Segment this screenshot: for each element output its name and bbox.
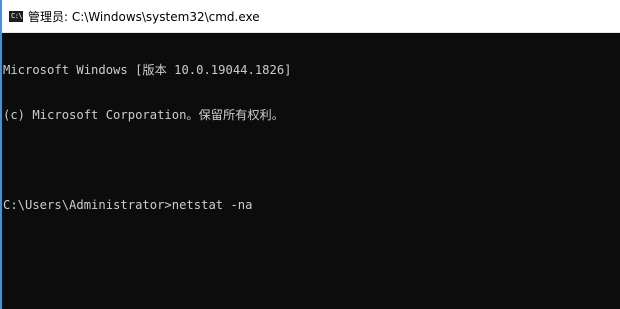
window-accent-border	[0, 0, 2, 309]
title-bar[interactable]: C:\ 管理员: C:\Windows\system32\cmd.exe	[0, 0, 620, 33]
console-line-command: C:\Users\Administrator>netstat -na	[3, 198, 253, 212]
console-line-version: Microsoft Windows [版本 10.0.19044.1826]	[3, 63, 292, 77]
cmd-window: C:\ 管理员: C:\Windows\system32\cmd.exe Mic…	[0, 0, 620, 309]
cmd-icon-glyph: C:\	[11, 12, 23, 20]
console-scrollbar[interactable]	[616, 33, 620, 309]
window-title: 管理员: C:\Windows\system32\cmd.exe	[28, 10, 260, 24]
console-output[interactable]: Microsoft Windows [版本 10.0.19044.1826] (…	[3, 33, 615, 309]
console-line-copyright: (c) Microsoft Corporation。保留所有权利。	[3, 108, 284, 122]
cmd-icon[interactable]: C:\	[9, 11, 23, 22]
